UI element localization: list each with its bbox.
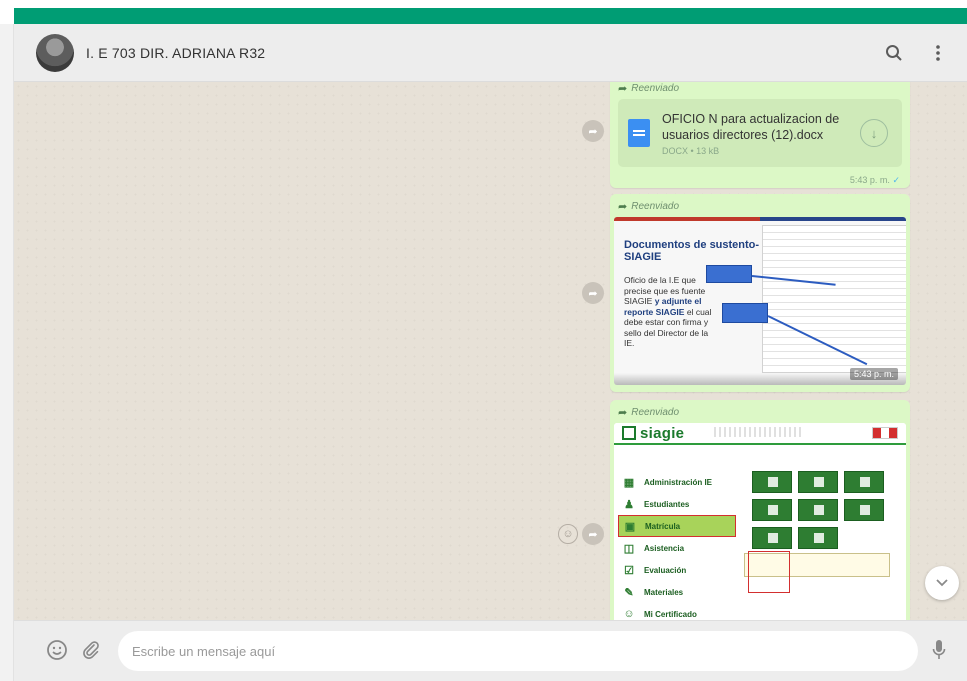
slide-image: Documentos de sustento-SIAGIE Oficio de … bbox=[614, 217, 906, 385]
message-input[interactable] bbox=[118, 631, 918, 671]
tile-icon bbox=[798, 471, 838, 493]
siagie-menu: ▦ Administración IE ♟ Estudiantes ▣ Matrícu… bbox=[618, 471, 742, 620]
forward-icon: ➦ bbox=[618, 407, 628, 419]
tile-icon bbox=[844, 471, 884, 493]
slide-header-bar bbox=[614, 217, 906, 221]
highlight-box bbox=[748, 551, 790, 593]
tile-icon bbox=[844, 499, 884, 521]
forward-icon: ➦ bbox=[618, 83, 628, 95]
message-time: 5:43 p. m. bbox=[849, 368, 898, 380]
siagie-screenshot: siagie ▦ Administración IE ♟ Estudiantes ▣… bbox=[614, 423, 906, 620]
image-message: ➦ Reenviado Documentos de sustento-SIAGIE… bbox=[610, 194, 910, 392]
paperclip-icon[interactable] bbox=[78, 637, 104, 663]
document-meta: DOCX • 13 kB bbox=[662, 145, 720, 156]
message-time: 5:43 p. m. ✓ bbox=[849, 175, 900, 185]
menu-item: ✎ Materiales bbox=[622, 581, 742, 603]
document-name: OFICIO N para actualizacion de usuarios … bbox=[662, 111, 840, 142]
forward-icon[interactable]: ➦ bbox=[582, 523, 604, 545]
menu-item: ♟ Estudiantes bbox=[622, 493, 742, 515]
image-message: ➦ Reenviado siagie ▦ Administración IE ♟ Es… bbox=[610, 400, 910, 620]
more-vertical-icon[interactable] bbox=[927, 42, 949, 64]
header-actions bbox=[883, 24, 949, 82]
siagie-header: siagie bbox=[614, 423, 906, 445]
react-emoji-icon[interactable]: ☺ bbox=[558, 524, 578, 544]
slide-title: Documentos de sustento-SIAGIE bbox=[624, 239, 760, 263]
image-thumbnail[interactable]: siagie ▦ Administración IE ♟ Estudiantes ▣… bbox=[614, 423, 906, 620]
forward-icon: ➦ bbox=[618, 201, 628, 213]
forward-icon[interactable]: ➦ bbox=[582, 120, 604, 142]
tile-icon bbox=[752, 499, 792, 521]
document-info: OFICIO N para actualizacion de usuarios … bbox=[662, 111, 852, 156]
menu-item: ☺ Mi Certificado bbox=[623, 608, 697, 620]
tile-icon bbox=[798, 527, 838, 549]
menu-item: ▦ Administración IE bbox=[623, 476, 713, 489]
composer bbox=[14, 620, 967, 681]
slide-document-preview bbox=[762, 225, 906, 373]
tile-icon bbox=[798, 499, 838, 521]
siagie-header-text bbox=[714, 427, 804, 437]
document-card[interactable]: OFICIO N para actualizacion de usuarios … bbox=[618, 99, 902, 167]
microphone-icon[interactable] bbox=[926, 637, 952, 663]
image-thumbnail[interactable]: Documentos de sustento-SIAGIE Oficio de … bbox=[614, 217, 906, 385]
attendance-icon: ◫ bbox=[623, 542, 635, 555]
menu-item: ◫ Asistencia bbox=[623, 542, 685, 555]
menu-item: ☑ Evaluación bbox=[622, 559, 742, 581]
chat-header: I. E 703 DIR. ADRIANA R32 bbox=[14, 24, 967, 82]
document-message: ➦ Reenviado OFICIO N para actualizacion d… bbox=[610, 82, 910, 188]
tile-icon bbox=[752, 471, 792, 493]
evaluation-icon: ☑ bbox=[624, 564, 634, 577]
certificate-icon: ☺ bbox=[623, 608, 635, 620]
students-icon: ♟ bbox=[624, 498, 634, 511]
avatar[interactable] bbox=[36, 33, 74, 72]
chat-title[interactable]: I. E 703 DIR. ADRIANA R32 bbox=[86, 45, 265, 61]
forwarded-label: ➦ Reenviado bbox=[618, 407, 680, 419]
peru-flag-icon bbox=[872, 427, 898, 439]
sidebar-edge bbox=[0, 24, 14, 681]
admin-icon: ▦ bbox=[623, 476, 635, 489]
enrollment-icon: ▣ bbox=[624, 520, 636, 533]
materials-icon: ✎ bbox=[624, 586, 634, 599]
download-icon[interactable]: ↓ bbox=[860, 119, 888, 147]
forwarded-label: ➦ Reenviado bbox=[618, 83, 680, 95]
slide-body: Oficio de la I.E que precise que es fuen… bbox=[624, 275, 712, 348]
menu-item-selected: ▣ Matrícula bbox=[618, 515, 736, 537]
search-icon[interactable] bbox=[883, 42, 905, 64]
scroll-down-icon[interactable] bbox=[925, 566, 959, 600]
docx-file-icon bbox=[628, 119, 650, 147]
brand-bar bbox=[14, 8, 967, 24]
slide-callout bbox=[722, 303, 768, 323]
emoji-icon[interactable] bbox=[44, 637, 70, 663]
siagie-logo: siagie bbox=[622, 425, 684, 442]
window-top bbox=[0, 0, 967, 8]
read-receipt-icon: ✓ bbox=[892, 175, 900, 185]
forward-icon[interactable]: ➦ bbox=[582, 282, 604, 304]
slide-callout bbox=[706, 265, 752, 283]
chat-area[interactable]: ➦ Reenviado OFICIO N para actualizacion d… bbox=[14, 82, 967, 620]
forwarded-label: ➦ Reenviado bbox=[618, 201, 680, 213]
tile-icon bbox=[752, 527, 792, 549]
